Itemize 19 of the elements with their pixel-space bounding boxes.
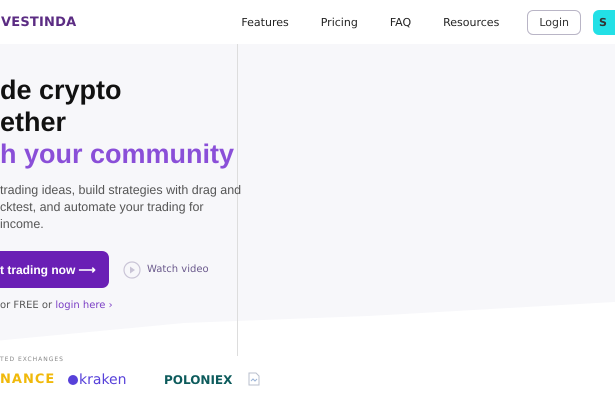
login-button[interactable]: Login	[527, 10, 581, 34]
exchange-logo: NANCE	[0, 373, 56, 387]
signup-button[interactable]: S	[593, 10, 615, 34]
broken-image-icon	[248, 372, 260, 386]
logo-text[interactable]: VESTINDA	[1, 14, 76, 30]
nav-link[interactable]: Resources	[443, 16, 500, 28]
exchange-logo: kraken	[68, 373, 164, 387]
exchange-logo: POLONIEX	[164, 373, 234, 387]
headline-text: de crypto	[0, 74, 123, 106]
signup-note-text: or FREE or	[0, 300, 54, 311]
nav-link[interactable]: Pricing	[320, 16, 358, 28]
watch-video-link[interactable]: Watch video	[147, 264, 209, 275]
start-trading-button[interactable]: t trading now ⟶	[0, 251, 109, 288]
nav-link[interactable]: Features	[241, 16, 289, 28]
headline-text: ether	[0, 106, 68, 138]
play-icon[interactable]	[123, 260, 141, 278]
login-link[interactable]: login here ›	[55, 300, 113, 311]
headline-accent-text: h your community	[0, 138, 236, 170]
nav-link[interactable]: FAQ	[390, 16, 412, 28]
